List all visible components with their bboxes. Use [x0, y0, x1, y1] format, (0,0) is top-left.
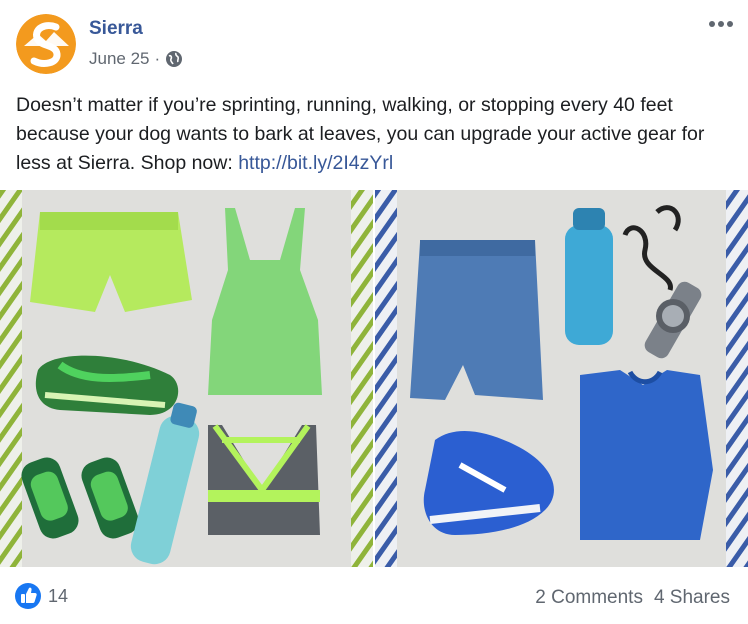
- more-options-icon[interactable]: [706, 14, 736, 34]
- comments-count-link[interactable]: 2 Comments: [535, 587, 643, 609]
- reaction-count: 14: [48, 585, 69, 606]
- globe-icon[interactable]: [165, 50, 183, 68]
- sierra-logo-icon: [16, 14, 76, 74]
- photo-blue-gear[interactable]: [375, 190, 748, 567]
- shares-count-link[interactable]: 4 Shares: [654, 587, 730, 609]
- post-footer: 14 2 Comments 4 Shares: [0, 574, 748, 624]
- post-date[interactable]: June 25: [89, 49, 150, 69]
- photo-grid: [0, 190, 748, 567]
- page-avatar[interactable]: [16, 14, 76, 74]
- like-icon: [15, 583, 41, 609]
- post-header: Sierra June 25 ·: [0, 0, 748, 88]
- meta-separator: ·: [154, 49, 161, 68]
- photo-green-gear[interactable]: [0, 190, 373, 567]
- reaction-summary[interactable]: 14: [14, 582, 68, 610]
- green-gear-image: [0, 190, 373, 567]
- blue-gear-image: [375, 190, 748, 567]
- post-message: Doesn’t matter if you’re sprinting, runn…: [16, 91, 732, 178]
- engagement-stats: 2 Comments 4 Shares: [535, 587, 730, 609]
- page-name-link[interactable]: Sierra: [89, 18, 143, 40]
- post-meta: June 25 ·: [89, 49, 183, 69]
- shop-link[interactable]: http://bit.ly/2I4zYrl: [238, 152, 393, 174]
